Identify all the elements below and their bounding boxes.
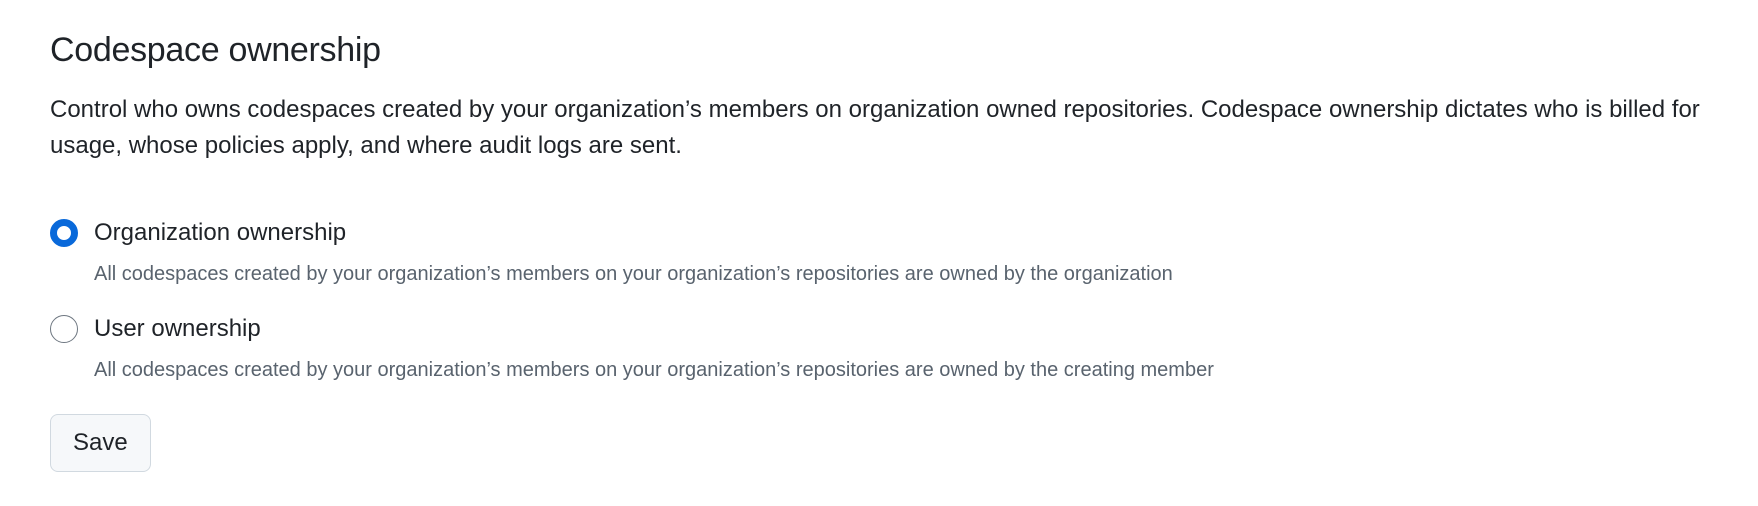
option-note-user-ownership: All codespaces created by your organizat… xyxy=(94,359,1214,381)
option-organization-ownership: Organization ownership All codespaces cr… xyxy=(50,216,1740,288)
ownership-radio-group: Organization ownership All codespaces cr… xyxy=(50,216,1740,384)
option-note-organization-ownership: All codespaces created by your organizat… xyxy=(94,263,1173,285)
option-label-user-ownership[interactable]: User ownership xyxy=(94,312,261,346)
radio-organization-ownership[interactable] xyxy=(50,219,78,247)
option-user-ownership: User ownership All codespaces created by… xyxy=(50,312,1740,384)
section-description: Control who owns codespaces created by y… xyxy=(50,96,1700,159)
codespace-ownership-section: Codespace ownership Control who owns cod… xyxy=(50,28,1740,472)
section-title: Codespace ownership xyxy=(50,31,381,69)
radio-user-ownership[interactable] xyxy=(50,315,78,343)
save-button[interactable]: Save xyxy=(50,414,151,472)
option-label-organization-ownership[interactable]: Organization ownership xyxy=(94,216,346,250)
